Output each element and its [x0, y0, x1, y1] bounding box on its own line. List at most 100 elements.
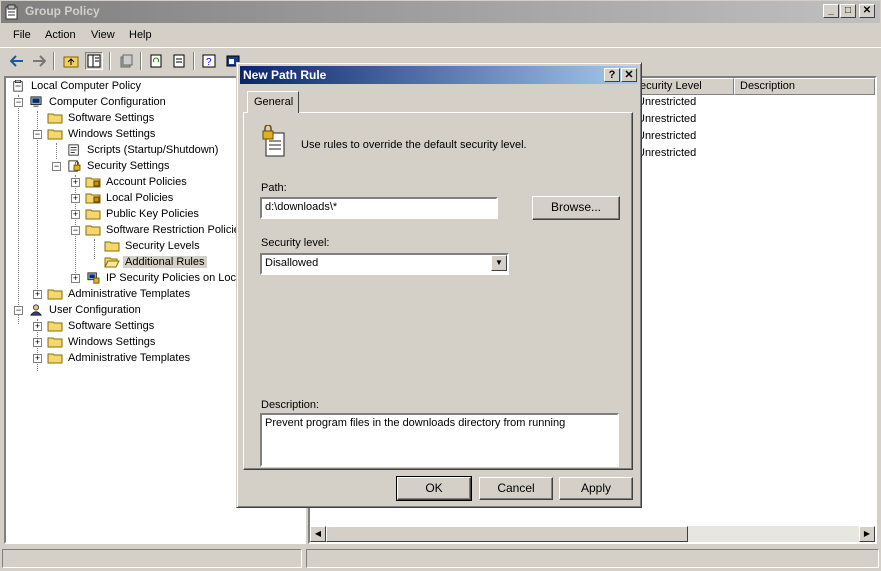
ok-button[interactable]: OK [396, 476, 472, 501]
svg-text:?: ? [206, 57, 212, 68]
delete-icon [120, 54, 133, 68]
refresh-icon [150, 54, 162, 68]
tree-item-local-policies[interactable]: Local Policies [85, 190, 175, 206]
close-window-button[interactable]: ✕ [859, 4, 875, 18]
collapse-toggle[interactable]: − [33, 130, 42, 139]
computer-icon [30, 96, 42, 108]
tree-line [18, 95, 19, 309]
new-path-rule-dialog: New Path Rule ? ✕ General Use rules to o… [236, 62, 642, 508]
expand-toggle[interactable]: + [33, 354, 42, 363]
dialog-titlebar[interactable]: New Path Rule ? ✕ [240, 66, 638, 84]
folder-icon [47, 321, 63, 332]
forward-button[interactable] [30, 52, 48, 70]
expand-toggle[interactable]: + [71, 210, 80, 219]
tree-item-security-levels[interactable]: Security Levels [104, 238, 202, 254]
horizontal-scrollbar[interactable]: ◀ ▶ [310, 526, 875, 542]
scroll-left-button[interactable]: ◀ [310, 526, 326, 542]
dropdown-arrow-icon[interactable]: ▼ [491, 255, 507, 271]
tree-label: Administrative Templates [68, 288, 191, 300]
tree-label: User Configuration [49, 304, 141, 316]
collapse-toggle[interactable]: − [14, 306, 23, 315]
help-toolbar-button[interactable]: ? [200, 52, 218, 70]
description-label: Description: [261, 399, 320, 411]
scroll-right-button[interactable]: ▶ [859, 526, 875, 542]
expand-toggle[interactable]: + [33, 338, 42, 347]
folder-open-icon [104, 257, 120, 268]
expand-toggle[interactable]: + [71, 178, 80, 187]
tree-item-ip-security-policies[interactable]: IP Security Policies on Local [85, 270, 247, 286]
minimize-button[interactable]: _ [823, 4, 839, 18]
list-item[interactable]: Unrestricted [637, 147, 696, 163]
menu-help[interactable]: Help [129, 29, 152, 41]
folder-lock-icon [85, 193, 101, 204]
tree-item-windows-settings[interactable]: Windows Settings [47, 126, 157, 142]
maximize-button[interactable]: □ [840, 4, 856, 18]
delete-button[interactable] [117, 52, 135, 70]
help-icon: ? [202, 54, 216, 68]
back-button[interactable] [8, 52, 26, 70]
policy-icon [13, 80, 23, 92]
folder-icon [104, 241, 120, 252]
tree-item-computer-configuration[interactable]: Computer Configuration [28, 94, 168, 110]
scroll-thumb[interactable] [326, 526, 688, 542]
collapse-toggle[interactable]: − [52, 162, 61, 171]
group-policy-icon [5, 4, 18, 20]
security-icon [68, 160, 81, 172]
tree-item-user-administrative-templates[interactable]: Administrative Templates [47, 350, 192, 366]
tree-item-security-settings[interactable]: Security Settings [66, 158, 172, 174]
tree-item-public-key-policies[interactable]: Public Key Policies [85, 206, 201, 222]
tree-item-additional-rules[interactable]: Additional Rules [104, 254, 207, 270]
toolbar-separator [53, 52, 55, 70]
tree-item-account-policies[interactable]: Account Policies [85, 174, 189, 190]
apply-button[interactable]: Apply [559, 477, 633, 500]
tree-line [56, 143, 57, 159]
user-icon [29, 304, 43, 316]
collapse-toggle[interactable]: − [71, 226, 80, 235]
path-label: Path: [261, 182, 287, 194]
folder-up-icon [63, 56, 79, 68]
menu-view[interactable]: View [91, 29, 115, 41]
expand-toggle[interactable]: + [33, 290, 42, 299]
expand-toggle[interactable]: + [71, 274, 80, 283]
tree-line [94, 239, 95, 259]
tab-general[interactable]: General [247, 91, 299, 113]
tree-item-software-settings[interactable]: Software Settings [47, 110, 156, 126]
tree-item-administrative-templates[interactable]: Administrative Templates [47, 286, 192, 302]
browse-button[interactable]: Browse... [532, 196, 620, 220]
refresh-button[interactable] [147, 52, 165, 70]
security-level-value: Disallowed [265, 257, 319, 269]
dialog-close-button[interactable]: ✕ [621, 68, 637, 82]
dialog-help-button[interactable]: ? [604, 68, 620, 82]
tree-item-user-windows-settings[interactable]: Windows Settings [47, 334, 157, 350]
window-titlebar[interactable]: Group Policy _ □ ✕ [1, 1, 880, 23]
path-field[interactable]: d:\downloads\* [260, 197, 498, 219]
menu-action[interactable]: Action [45, 29, 76, 41]
tree-item-user-configuration[interactable]: User Configuration [28, 302, 143, 318]
folder-icon [85, 225, 101, 236]
status-section [2, 549, 302, 568]
tree-item-user-software-settings[interactable]: Software Settings [47, 318, 156, 334]
security-level-select[interactable]: Disallowed ▼ [260, 253, 509, 275]
folder-icon [47, 337, 63, 348]
description-field[interactable]: Prevent program files in the downloads d… [260, 413, 619, 467]
tree-label: Windows Settings [68, 128, 156, 140]
list-item[interactable]: Unrestricted [637, 113, 696, 129]
collapse-toggle[interactable]: − [14, 98, 23, 107]
tree-item-scripts[interactable]: Scripts (Startup/Shutdown) [66, 142, 220, 158]
up-one-level-button[interactable] [62, 52, 80, 70]
list-item[interactable]: Unrestricted [637, 96, 696, 112]
tree-label: Windows Settings [68, 336, 156, 348]
tree-label: Public Key Policies [106, 208, 199, 220]
tree-item-software-restriction-policies[interactable]: Software Restriction Policie [85, 222, 242, 238]
column-header-security-level[interactable]: ecurity Level [634, 78, 734, 95]
expand-toggle[interactable]: + [33, 322, 42, 331]
list-item[interactable]: Unrestricted [637, 130, 696, 146]
expand-toggle[interactable]: + [71, 194, 80, 203]
menu-bar: File Action View Help [0, 26, 881, 46]
show-hide-tree-button[interactable] [85, 52, 103, 70]
cancel-button[interactable]: Cancel [479, 477, 553, 500]
tree-item-local-computer-policy[interactable]: Local Computer Policy [10, 78, 143, 94]
export-list-button[interactable] [170, 52, 188, 70]
menu-file[interactable]: File [13, 29, 31, 41]
column-header-description[interactable]: Description [734, 78, 875, 95]
